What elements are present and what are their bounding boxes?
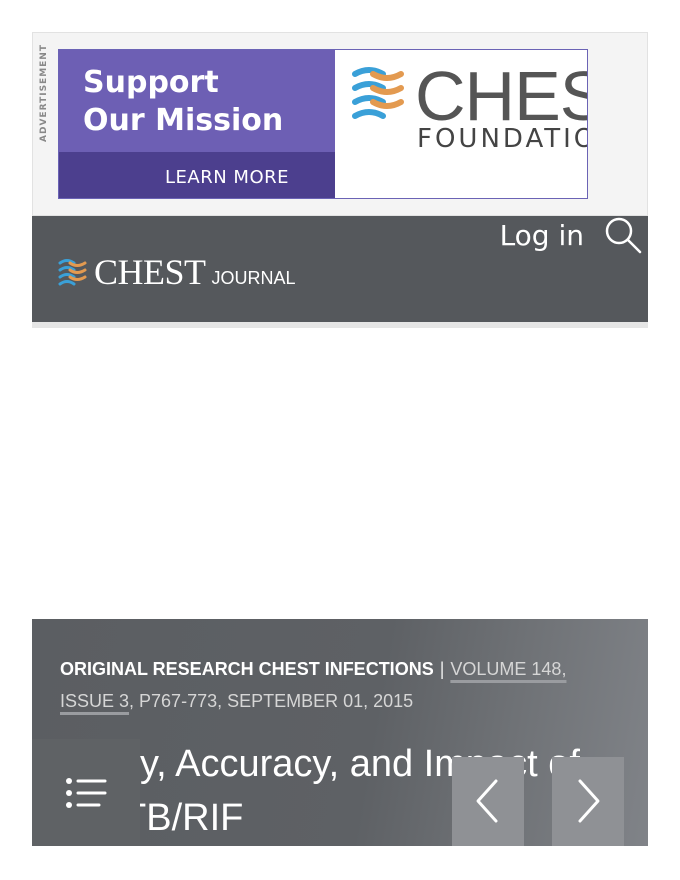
login-link[interactable]: Log in <box>500 216 584 256</box>
site-header: Log in CHEST JOURNAL <box>32 216 648 322</box>
ad-brand-panel: CHEST FOUNDATION <box>335 50 587 198</box>
advertisement-container: ADVERTISEMENT Support Our Mission LEARN … <box>32 32 648 216</box>
list-icon <box>66 778 107 808</box>
article-category: ORIGINAL RESEARCH CHEST INFECTIONS <box>60 659 434 679</box>
previous-article-button[interactable] <box>452 757 524 846</box>
ad-mission-panel: Support Our Mission LEARN MORE <box>59 50 335 198</box>
logo-subtitle: JOURNAL <box>211 267 296 288</box>
article-header: ORIGINAL RESEARCH CHEST INFECTIONS | VOLUM… <box>32 619 648 846</box>
ad-learn-more-button[interactable]: LEARN MORE <box>165 167 289 188</box>
chevron-left-icon <box>476 779 498 823</box>
chest-foundation-logo-icon <box>352 67 404 119</box>
chest-journal-logo[interactable]: CHEST JOURNAL <box>58 252 296 292</box>
advertisement-label: ADVERTISEMENT <box>39 44 49 142</box>
search-icon[interactable] <box>604 216 642 254</box>
header-divider <box>32 322 648 328</box>
article-meta: ORIGINAL RESEARCH CHEST INFECTIONS | VOLUM… <box>60 653 592 717</box>
meta-separator: | <box>439 659 445 679</box>
next-article-button[interactable] <box>552 757 624 846</box>
ad-headline: Support Our Mission <box>83 65 284 138</box>
logo-wordmark: CHEST <box>94 252 206 292</box>
table-of-contents-button[interactable] <box>32 739 140 846</box>
advertisement-banner[interactable]: Support Our Mission LEARN MORE CHEST FOU… <box>58 49 588 199</box>
chest-logo-icon <box>58 259 87 286</box>
ad-brand-subtitle: FOUNDATION <box>417 124 587 154</box>
article-pages-date: , P767-773, SEPTEMBER 01, 2015 <box>129 691 414 711</box>
chevron-right-icon <box>578 779 600 823</box>
